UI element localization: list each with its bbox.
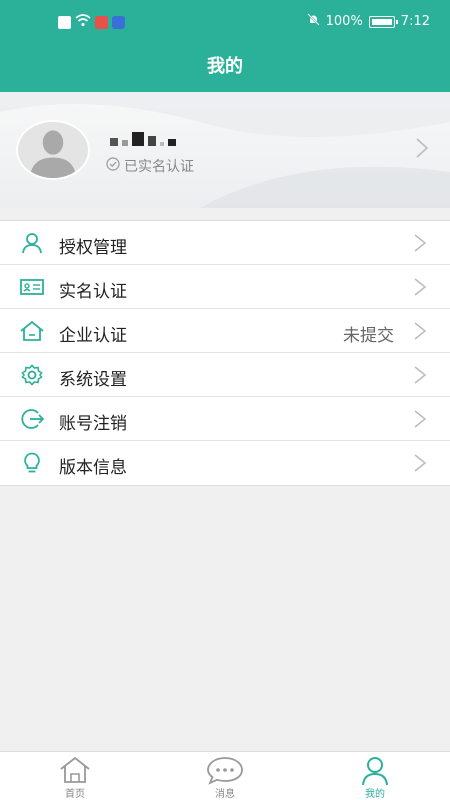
tab-label: 我的 bbox=[365, 789, 385, 800]
battery-icon bbox=[368, 15, 398, 28]
tab-messages[interactable]: 消息 bbox=[150, 752, 300, 800]
status-icons-right: 100% 7:12 bbox=[306, 13, 430, 30]
status-icons-left bbox=[58, 14, 125, 31]
user-icon bbox=[20, 232, 44, 254]
chevron-right-icon bbox=[414, 278, 427, 300]
menu-item-real-name[interactable]: 实名认证 bbox=[0, 265, 450, 309]
battery-percent: 100% bbox=[325, 14, 363, 29]
menu-item-label: 实名认证 bbox=[59, 282, 127, 302]
gear-icon bbox=[20, 364, 44, 386]
bottom-tab-bar: 首页 消息 我的 bbox=[0, 751, 450, 800]
app-header: 100% 7:12 我的 bbox=[0, 0, 450, 92]
shield-notification-icon bbox=[112, 16, 125, 29]
menu-item-label: 账号注销 bbox=[59, 414, 127, 434]
alert-icon bbox=[58, 16, 71, 29]
home-icon bbox=[59, 756, 91, 788]
menu-item-enterprise[interactable]: 企业认证 未提交 bbox=[0, 309, 450, 353]
chevron-right-icon bbox=[414, 322, 427, 344]
status-bar: 100% 7:12 bbox=[0, 0, 450, 42]
verification-status: 已实名认证 bbox=[106, 156, 194, 176]
app-notification-icon bbox=[95, 16, 108, 29]
tab-mine[interactable]: 我的 bbox=[300, 752, 450, 800]
tab-label: 首页 bbox=[65, 789, 85, 800]
enterprise-status-value: 未提交 bbox=[343, 326, 394, 346]
menu-item-version-info[interactable]: 版本信息 bbox=[0, 441, 450, 485]
page-title: 我的 bbox=[207, 56, 243, 77]
menu-item-authorization[interactable]: 授权管理 bbox=[0, 221, 450, 265]
menu-item-label: 系统设置 bbox=[59, 370, 127, 390]
menu-item-system-settings[interactable]: 系统设置 bbox=[0, 353, 450, 397]
mute-bell-icon bbox=[306, 13, 320, 30]
check-circle-icon bbox=[106, 157, 120, 175]
clock-time: 7:12 bbox=[400, 14, 430, 29]
settings-menu: 授权管理 实名认证 企业认证 未提交 系统设置 账号注销 版本信息 bbox=[0, 220, 450, 486]
chevron-right-icon bbox=[414, 454, 427, 476]
username-redacted bbox=[110, 132, 176, 146]
chevron-right-icon bbox=[414, 410, 427, 432]
chevron-right-icon bbox=[416, 138, 429, 162]
menu-item-account-deletion[interactable]: 账号注销 bbox=[0, 397, 450, 441]
menu-item-label: 授权管理 bbox=[59, 238, 127, 258]
home-icon bbox=[20, 320, 44, 342]
tab-label: 消息 bbox=[215, 789, 235, 800]
chevron-right-icon bbox=[414, 366, 427, 388]
logout-icon bbox=[20, 408, 45, 430]
verified-label: 已实名认证 bbox=[124, 159, 194, 175]
wifi-icon bbox=[75, 14, 91, 31]
chevron-right-icon bbox=[414, 234, 427, 256]
tab-home[interactable]: 首页 bbox=[0, 752, 150, 800]
profile-card[interactable]: 已实名认证 bbox=[0, 92, 450, 208]
id-card-icon bbox=[20, 276, 44, 298]
lightbulb-icon bbox=[20, 452, 44, 474]
menu-item-label: 企业认证 bbox=[59, 326, 127, 346]
avatar[interactable] bbox=[16, 120, 90, 180]
menu-item-label: 版本信息 bbox=[59, 458, 127, 478]
